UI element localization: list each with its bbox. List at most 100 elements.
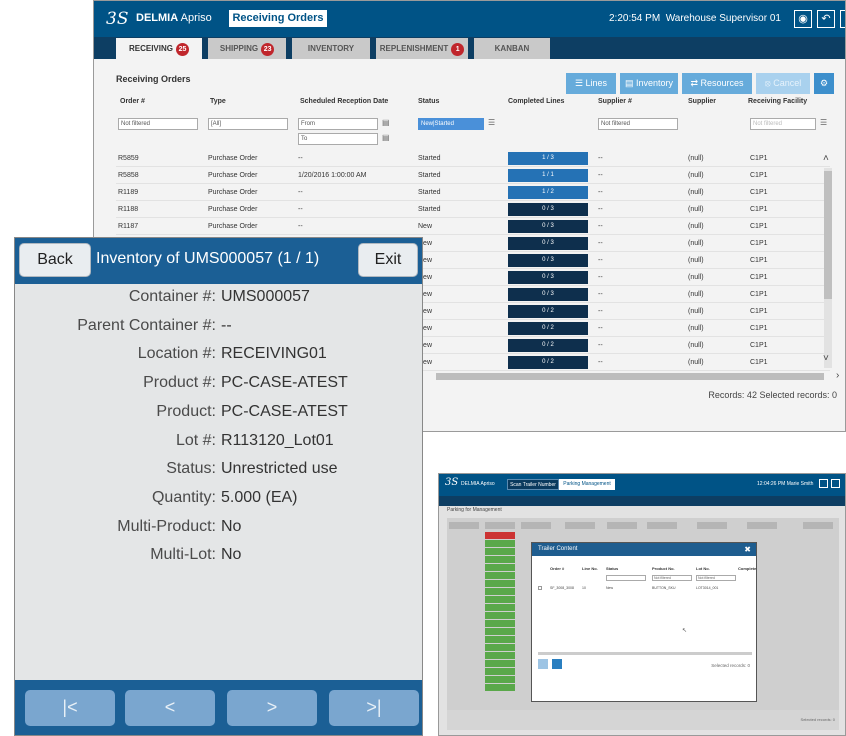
col-date[interactable]: Scheduled Reception Date bbox=[300, 98, 388, 114]
chevron-right-icon[interactable]: › bbox=[836, 370, 839, 381]
order-filter[interactable]: Not filtered bbox=[118, 118, 198, 130]
cancel-button[interactable]: ⦻ Cancel bbox=[756, 73, 810, 94]
table-row[interactable]: R1188 Purchase Order -- Started -- (null) C1P1… bbox=[116, 201, 830, 218]
cell-supplier-no: -- bbox=[598, 274, 603, 281]
col-type[interactable]: Type bbox=[210, 98, 226, 114]
col-facility[interactable]: Receiving Facility bbox=[748, 98, 807, 114]
tab-kanban[interactable]: KANBAN bbox=[474, 38, 550, 59]
status-cell bbox=[485, 660, 515, 667]
field-label: Container #: bbox=[128, 288, 216, 305]
lot-filter[interactable]: Not filtered bbox=[696, 575, 736, 581]
lines-button[interactable]: ☰ Lines bbox=[566, 73, 616, 94]
brand-name: DELMIA Apriso bbox=[136, 12, 212, 24]
type-filter[interactable]: [All] bbox=[208, 118, 288, 130]
status-cell bbox=[485, 548, 515, 555]
column-header bbox=[697, 522, 727, 529]
horizontal-scrollbar[interactable] bbox=[538, 652, 752, 655]
table-row[interactable]: R5859 Purchase Order -- Started -- (null) C1P1… bbox=[116, 150, 830, 167]
page-tab[interactable]: Receiving Orders bbox=[229, 10, 327, 27]
exit-button[interactable]: Exit bbox=[358, 243, 418, 277]
section-title: Receiving Orders bbox=[116, 74, 191, 84]
field-label: Quantity: bbox=[151, 488, 216, 506]
col-status[interactable]: Status bbox=[418, 98, 439, 114]
close-icon[interactable]: ✖ bbox=[744, 543, 751, 556]
table-row[interactable]: R5858 Purchase Order 1/20/2016 1:00:00 AM S… bbox=[116, 167, 830, 184]
facility-filter[interactable]: Not filtered bbox=[750, 118, 816, 130]
status-cell bbox=[485, 540, 515, 547]
completed-lines-progress: 0 / 3 bbox=[508, 237, 588, 250]
table-row[interactable]: R1189 Purchase Order -- Started -- (null) C1P1… bbox=[116, 184, 830, 201]
col-supplier-no[interactable]: Supplier # bbox=[598, 98, 632, 114]
status-cell bbox=[485, 604, 515, 611]
home-icon[interactable]: ⌂ bbox=[840, 10, 845, 28]
cell-supplier-no: -- bbox=[598, 359, 603, 366]
col-line-no[interactable]: Line No. bbox=[582, 566, 598, 571]
next-record-button[interactable]: > bbox=[227, 690, 317, 726]
scroll-thumb[interactable] bbox=[824, 171, 832, 299]
back-arrow-icon[interactable] bbox=[831, 479, 840, 488]
clock-user: 12:04:26 PM Marie Smith bbox=[757, 481, 814, 487]
horizontal-scrollbar[interactable] bbox=[436, 373, 824, 380]
cell-order: R1188 bbox=[118, 206, 139, 213]
supplier-no-filter[interactable]: Not filtered bbox=[598, 118, 678, 130]
col-order[interactable]: Order # bbox=[120, 98, 145, 114]
date-to-field[interactable]: To bbox=[298, 133, 378, 145]
menu-icon[interactable]: ☰ bbox=[820, 118, 827, 127]
tab-replenishment[interactable]: REPLENISHMENT 1 bbox=[376, 38, 468, 59]
calendar-icon[interactable]: ▤ bbox=[382, 118, 390, 127]
cell-supplier: (null) bbox=[688, 308, 704, 315]
row-checkbox[interactable] bbox=[538, 586, 542, 590]
status-filter[interactable] bbox=[606, 575, 646, 581]
field-label: Product: bbox=[156, 402, 216, 420]
user-icon[interactable]: ◉ bbox=[794, 10, 812, 28]
detail-row: Parent Container #: -- bbox=[15, 317, 422, 341]
cell-type: Purchase Order bbox=[208, 189, 258, 196]
user-icon[interactable] bbox=[819, 479, 828, 488]
cell-supplier-no: -- bbox=[598, 291, 603, 298]
detail-row: Quantity: 5.000 (EA) bbox=[15, 488, 422, 513]
settings-gear-icon[interactable]: ⚙ bbox=[814, 73, 834, 94]
cell-date: -- bbox=[298, 223, 303, 230]
breadcrumb-scan-trailer[interactable]: Scan Trailer Number bbox=[507, 479, 559, 490]
chevron-down-icon[interactable]: ˅ bbox=[823, 353, 829, 364]
cell-supplier: (null) bbox=[688, 274, 704, 281]
table-row[interactable]: R1187 Purchase Order -- New -- (null) C1P1 0 / … bbox=[116, 218, 830, 235]
inventory-button[interactable]: ▤ Inventory bbox=[620, 73, 678, 94]
completed-lines-progress: 0 / 2 bbox=[508, 305, 588, 318]
cell-supplier: (null) bbox=[688, 206, 704, 213]
back-arrow-icon[interactable]: ↶ bbox=[817, 10, 835, 28]
col-order[interactable]: Order # bbox=[550, 566, 564, 571]
completed-lines-progress: 0 / 3 bbox=[508, 220, 588, 233]
status-filter[interactable]: New|Started bbox=[418, 118, 484, 130]
cell-date: -- bbox=[298, 155, 303, 162]
col-status[interactable]: Status bbox=[606, 566, 618, 571]
product-filter[interactable]: Not filtered bbox=[652, 575, 692, 581]
first-record-button[interactable]: |< bbox=[25, 690, 115, 726]
cell-facility: C1P1 bbox=[750, 274, 768, 281]
resources-button[interactable]: ⇄ Resources bbox=[682, 73, 752, 94]
col-complete[interactable]: Complete bbox=[738, 566, 756, 571]
completed-lines-progress: 1 / 2 bbox=[508, 186, 588, 199]
col-supplier[interactable]: Supplier bbox=[688, 98, 716, 114]
tab-inventory[interactable]: INVENTORY bbox=[292, 38, 370, 59]
col-product-no[interactable]: Product No. bbox=[652, 566, 675, 571]
chevron-up-icon[interactable]: ˄ bbox=[823, 153, 829, 164]
tab-shipping[interactable]: SHIPPING 23 bbox=[208, 38, 286, 59]
dialog-records: Selected records: 0 bbox=[711, 663, 750, 668]
tab-receiving[interactable]: RECEIVING 25 bbox=[116, 38, 202, 59]
table-row[interactable]: SF_3008_3008 10 New BUTTON_SKU LOT3014_0… bbox=[538, 584, 750, 592]
col-completed-lines[interactable]: Completed Lines bbox=[508, 98, 564, 114]
breadcrumb-parking[interactable]: Parking Management bbox=[559, 479, 615, 490]
date-from-field[interactable]: From bbox=[298, 118, 378, 130]
cell-supplier: (null) bbox=[688, 257, 704, 264]
calendar-icon[interactable]: ▤ bbox=[382, 133, 390, 142]
status-cell bbox=[485, 532, 515, 539]
menu-icon[interactable]: ☰ bbox=[488, 118, 495, 127]
next-page-button[interactable] bbox=[552, 659, 562, 669]
col-lot-no[interactable]: Lot No. bbox=[696, 566, 710, 571]
last-record-button[interactable]: >| bbox=[329, 690, 419, 726]
completed-lines-progress: 1 / 1 bbox=[508, 169, 588, 182]
prev-record-button[interactable]: < bbox=[125, 690, 215, 726]
prev-page-button[interactable] bbox=[538, 659, 548, 669]
back-button[interactable]: Back bbox=[19, 243, 91, 277]
